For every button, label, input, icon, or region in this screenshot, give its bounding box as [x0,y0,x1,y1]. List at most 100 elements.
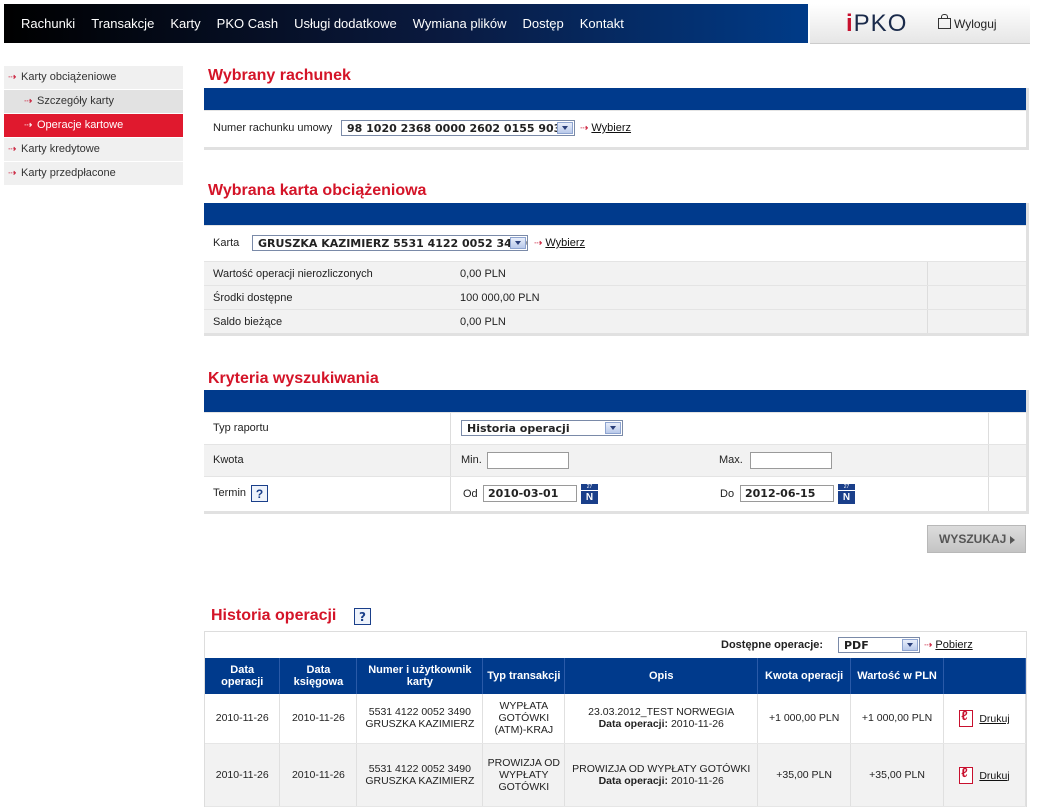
chevron-down-icon [557,122,573,134]
account-section-title: Wybrany rachunek [208,67,351,84]
panel-header-bar [204,390,1026,412]
report-type-select[interactable]: Historia operacji [461,420,623,436]
download-link[interactable]: ⇢ Pobierz [924,639,973,651]
from-label: Od [463,488,478,500]
card-select[interactable]: GRUSZKA KAZIMIERZ 5531 4122 0052 3490 [252,235,528,251]
panel-header-bar [204,88,1026,110]
column-header[interactable]: Numer i użytkownik karty [356,658,484,694]
type-cell: WYPŁATA GOTÓWKI (ATM)-KRAJ [482,694,566,744]
ipko-logo: iPKO [846,10,908,37]
date-to-input[interactable]: 2012-06-15 [740,485,834,502]
help-icon[interactable]: ? [251,485,268,502]
card-detail-row: Saldo bieżące 0,00 PLN [204,309,1026,333]
logout-label: Wyloguj [954,17,997,31]
card-label: Karta [213,237,240,249]
sidebar-item-karty-przedplacone[interactable]: ⇢ Karty przedpłacone [4,162,183,186]
brand-box: iPKO Wyloguj [810,4,1030,44]
history-table: Data operacji Data księgowa Numer i użyt… [205,658,1026,807]
report-type-label: Typ raportu [213,422,269,434]
card-row: Karta GRUSZKA KAZIMIERZ 5531 4122 0052 3… [204,225,1026,261]
nav-kontakt[interactable]: Kontakt [580,16,624,31]
op-date-cell: 2010-11-26 [205,743,281,807]
play-arrow-icon [1010,536,1015,544]
op-date-cell: 2010-11-26 [205,694,281,744]
column-header[interactable]: Typ transakcji [482,658,566,694]
help-icon[interactable]: ? [354,608,371,625]
detail-value: 0,00 PLN [460,316,506,328]
nav-uslugi-dodatkowe[interactable]: Usługi dodatkowe [294,16,397,31]
detail-value: 100 000,00 PLN [460,292,540,304]
pdf-icon[interactable] [959,766,974,784]
term-row: Termin ? Od 2010-03-01 27 N Do 2012-06-15… [204,476,1026,511]
calendar-icon[interactable]: 27 N [838,484,855,504]
available-ops-label: Dostępne operacje: [721,639,824,651]
pdf-icon[interactable] [959,710,974,728]
max-amount-input[interactable] [750,452,832,469]
sidebar-item-karty-obciazeniowe[interactable]: ⇢ Karty obciążeniowe [4,66,183,90]
nav-pko-cash[interactable]: PKO Cash [217,16,278,31]
print-link[interactable]: Drukuj [979,713,1009,725]
account-select[interactable]: 98 1020 2368 0000 2602 0155 9038 [341,120,575,136]
column-header [943,658,1026,694]
sidebar-item-karty-kredytowe[interactable]: ⇢ Karty kredytowe [4,138,183,162]
pln-cell: +35,00 PLN [850,743,945,807]
print-link[interactable]: Drukuj [979,770,1009,782]
divider [450,477,451,511]
nav-rachunki[interactable]: Rachunki [21,16,75,31]
divider [988,477,989,511]
column-header[interactable]: Wartość w PLN [850,658,945,694]
arrow-right-icon: ⇢ [8,144,17,155]
card-cell: 5531 4122 0052 3490 GRUSZKA KAZIMIERZ [356,743,484,807]
account-panel: Numer rachunku umowy 98 1020 2368 0000 2… [204,88,1029,150]
card-detail-row: Wartość operacji nierozliczonych 0,00 PL… [204,261,1026,285]
panel-header-bar [204,203,1026,225]
column-header[interactable]: Opis [564,658,759,694]
column-header[interactable]: Data operacji [205,658,281,694]
amount-label: Kwota [213,454,244,466]
arrow-right-icon: ⇢ [924,640,933,651]
divider [988,413,989,444]
side-menu: ⇢ Karty obciążeniowe ⇢ Szczegóły karty ⇢ Op… [4,66,183,186]
chevron-down-icon [510,237,526,249]
type-cell: PROWIZJA OD WYPŁATY GOTÓWKI [482,743,566,807]
divider [988,445,989,476]
table-header-row: Data operacji Data księgowa Numer i użyt… [205,658,1026,694]
logout-button[interactable]: Wyloguj [938,14,997,31]
main-navigation: Rachunki Transakcje Karty PKO Cash Usług… [4,4,808,43]
amount-row: Kwota Min. Max. [204,444,1026,476]
sidebar-item-szczegoly-karty[interactable]: ⇢ Szczegóły karty [4,90,183,114]
card-section-title: Wybrana karta obciążeniowa [208,182,427,199]
date-from-input[interactable]: 2010-03-01 [483,485,577,502]
account-row: Numer rachunku umowy 98 1020 2368 0000 2… [204,110,1026,147]
arrow-right-icon: ⇢ [24,120,33,131]
detail-label: Środki dostępne [213,292,293,304]
card-choose-link[interactable]: ⇢ Wybierz [534,237,585,249]
detail-value: 0,00 PLN [460,268,506,280]
divider [450,413,451,444]
padlock-icon [938,14,951,29]
arrow-right-icon: ⇢ [8,168,17,179]
nav-transakcje[interactable]: Transakcje [91,16,154,31]
to-label: Do [720,488,735,500]
print-cell: Drukuj [943,694,1026,744]
divider [927,286,928,309]
nav-dostep[interactable]: Dostęp [523,16,564,31]
amount-cell: +1 000,00 PLN [757,694,852,744]
min-amount-input[interactable] [487,452,569,469]
calendar-icon[interactable]: 27 N [581,484,598,504]
account-label: Numer rachunku umowy [213,122,333,134]
account-choose-link[interactable]: ⇢ Wybierz [580,122,631,134]
report-type-row: Typ raportu Historia operacji [204,412,1026,444]
nav-wymiana-plikow[interactable]: Wymiana plików [413,16,507,31]
desc-cell: PROWIZJA OD WYPŁATY GOTÓWKI Data operacji… [564,743,759,807]
history-panel: Dostępne operacje: PDF ⇢ Pobierz Data ope… [204,631,1027,807]
format-select[interactable]: PDF [838,637,920,653]
nav-karty[interactable]: Karty [170,16,200,31]
sidebar-item-operacje-kartowe[interactable]: ⇢ Operacje kartowe [4,114,183,138]
divider [927,310,928,333]
column-header[interactable]: Kwota operacji [757,658,852,694]
column-header[interactable]: Data księgowa [279,658,358,694]
search-button[interactable]: WYSZUKAJ [927,525,1026,553]
table-row: 2010-11-26 2010-11-26 5531 4122 0052 349… [205,743,1026,807]
arrow-right-icon: ⇢ [580,123,589,134]
